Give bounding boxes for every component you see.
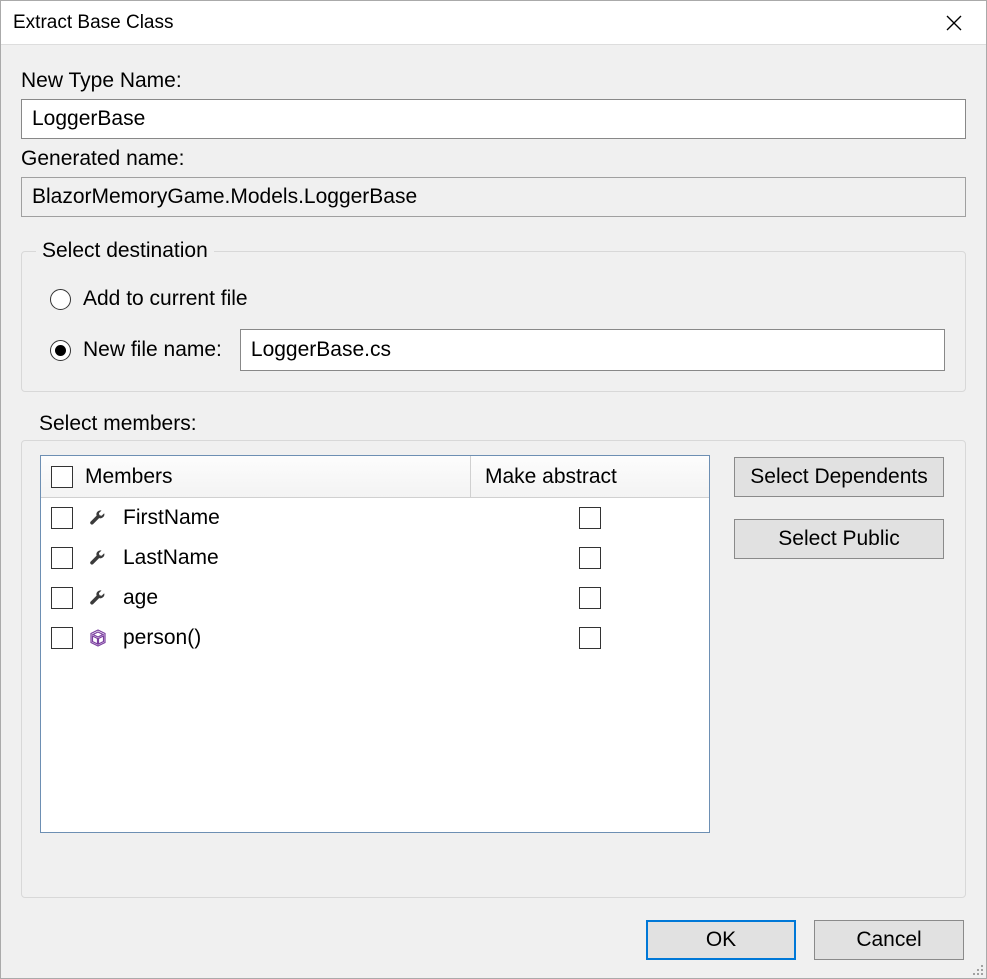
extract-base-class-dialog: Extract Base Class New Type Name: Genera… (0, 0, 987, 979)
member-name: person() (123, 626, 201, 650)
select-members-legend: Select members: (39, 412, 966, 436)
table-row[interactable]: LastName (41, 538, 709, 578)
new-type-name-label: New Type Name: (21, 69, 966, 93)
abstract-checkbox[interactable] (579, 507, 601, 529)
wrench-icon (88, 508, 108, 528)
cell-members: person() (41, 626, 471, 650)
cube-icon (88, 628, 108, 648)
radio-label: New file name: (83, 338, 222, 362)
grid-header: Members Make abstract (41, 456, 709, 498)
cell-abstract (471, 587, 709, 609)
generated-name-label: Generated name: (21, 147, 966, 171)
select-dependents-button[interactable]: Select Dependents (734, 457, 944, 497)
table-row[interactable]: FirstName (41, 498, 709, 538)
cell-abstract (471, 627, 709, 649)
close-button[interactable] (934, 3, 974, 43)
radio-icon (50, 289, 71, 310)
table-row[interactable]: person() (41, 618, 709, 658)
cancel-button[interactable]: Cancel (814, 920, 964, 960)
member-name: LastName (123, 546, 219, 570)
members-grid: Members Make abstract FirstName LastName a… (40, 455, 710, 833)
wrench-icon (88, 588, 108, 608)
new-type-name-input[interactable] (21, 99, 966, 139)
radio-add-to-current[interactable]: Add to current file (50, 287, 945, 311)
member-name: FirstName (123, 506, 220, 530)
dialog-title: Extract Base Class (13, 12, 174, 34)
dialog-buttons: OK Cancel (1, 904, 986, 978)
header-checkbox[interactable] (51, 466, 73, 488)
header-members-label: Members (85, 465, 173, 489)
titlebar: Extract Base Class (1, 1, 986, 45)
header-abstract-label: Make abstract (485, 465, 617, 489)
cell-members: age (41, 586, 471, 610)
ok-button[interactable]: OK (646, 920, 796, 960)
side-buttons: Select Dependents Select Public (734, 455, 944, 879)
row-checkbox[interactable] (51, 507, 73, 529)
header-abstract[interactable]: Make abstract (471, 456, 709, 497)
abstract-checkbox[interactable] (579, 627, 601, 649)
header-members[interactable]: Members (41, 456, 471, 497)
close-icon (946, 15, 962, 31)
grid-rows: FirstName LastName age person() (41, 498, 709, 832)
select-public-button[interactable]: Select Public (734, 519, 944, 559)
select-members-section: Select members: Members Make abstract Fi… (21, 392, 966, 898)
dialog-content: New Type Name: Generated name: BlazorMem… (1, 45, 986, 904)
select-destination-legend: Select destination (36, 239, 214, 263)
abstract-checkbox[interactable] (579, 547, 601, 569)
cell-abstract (471, 507, 709, 529)
cell-members: FirstName (41, 506, 471, 530)
abstract-checkbox[interactable] (579, 587, 601, 609)
row-checkbox[interactable] (51, 627, 73, 649)
resize-grip-icon[interactable] (968, 960, 984, 976)
row-checkbox[interactable] (51, 587, 73, 609)
generated-name-value: BlazorMemoryGame.Models.LoggerBase (21, 177, 966, 217)
cell-abstract (471, 547, 709, 569)
select-destination-group: Select destination Add to current file N… (21, 239, 966, 392)
radio-icon (50, 340, 71, 361)
new-file-name-input[interactable] (240, 329, 945, 371)
select-members-body: Members Make abstract FirstName LastName a… (21, 440, 966, 898)
table-row[interactable]: age (41, 578, 709, 618)
radio-new-file[interactable]: New file name: (50, 329, 945, 371)
wrench-icon (88, 548, 108, 568)
row-checkbox[interactable] (51, 547, 73, 569)
radio-label: Add to current file (83, 287, 248, 311)
member-name: age (123, 586, 158, 610)
cell-members: LastName (41, 546, 471, 570)
